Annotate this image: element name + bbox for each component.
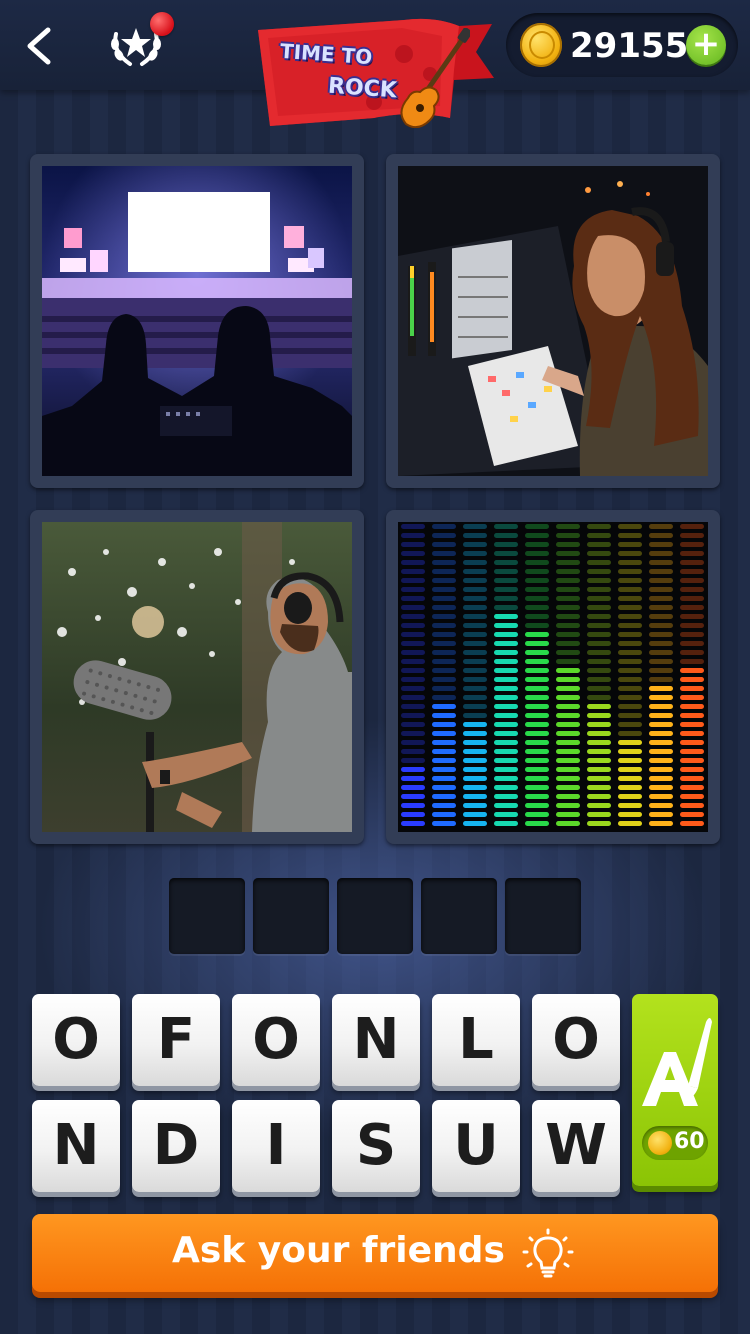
letter-tile[interactable]: L [432, 994, 520, 1086]
letter-tile[interactable]: D [132, 1100, 220, 1192]
logo-line2: ROCK [327, 73, 398, 104]
equalizer-bars-image [398, 522, 708, 832]
boom-microphone-photo [42, 522, 352, 832]
letter-tile[interactable]: W [532, 1100, 620, 1192]
letter-tile[interactable]: O [532, 994, 620, 1086]
puzzle-picture-1[interactable] [30, 154, 364, 488]
time-to-rock-logo: TIME TO ROCK [254, 14, 496, 130]
answer-slot[interactable] [169, 878, 245, 954]
letter-tile[interactable]: N [32, 1100, 120, 1192]
concert-mixing-desk-photo [42, 166, 352, 476]
plus-icon: + [691, 24, 721, 64]
brush-letter-icon [642, 1018, 712, 1106]
ask-friends-button[interactable]: Ask your friends [32, 1214, 718, 1292]
answer-slot[interactable] [253, 878, 329, 954]
letter-tile[interactable]: O [32, 994, 120, 1086]
coin-icon [520, 23, 562, 67]
chevron-left-icon [27, 27, 51, 65]
hint-cost-badge: 60 [642, 1126, 708, 1160]
answer-slot[interactable] [337, 878, 413, 954]
answer-slot[interactable] [505, 878, 581, 954]
coin-balance[interactable]: 29155 + [506, 13, 738, 77]
letter-tile[interactable]: O [232, 994, 320, 1086]
coin-count: 29155 [570, 26, 689, 66]
top-bar: TIME TO ROCK 29155 + [0, 0, 750, 128]
reveal-letter-hint-button[interactable]: 60 [632, 994, 718, 1186]
guitar-icon [400, 28, 470, 128]
puzzle-picture-4[interactable] [386, 510, 720, 844]
letter-tile[interactable]: F [132, 994, 220, 1086]
notification-badge [150, 12, 174, 36]
add-coins-button[interactable]: + [686, 25, 726, 65]
hint-cost: 60 [674, 1129, 705, 1154]
puzzle-picture-3[interactable] [30, 510, 364, 844]
puzzle-picture-2[interactable] [386, 154, 720, 488]
letter-tile[interactable]: N [332, 994, 420, 1086]
studio-engineer-photo [398, 166, 708, 476]
ask-friends-label: Ask your friends [172, 1230, 505, 1271]
back-button[interactable] [18, 22, 62, 70]
answer-slot[interactable] [421, 878, 497, 954]
lightbulb-icon [522, 1228, 574, 1278]
letter-tile[interactable]: S [332, 1100, 420, 1192]
coin-icon [648, 1131, 672, 1155]
letter-tile[interactable]: U [432, 1100, 520, 1192]
letter-tile[interactable]: I [232, 1100, 320, 1192]
